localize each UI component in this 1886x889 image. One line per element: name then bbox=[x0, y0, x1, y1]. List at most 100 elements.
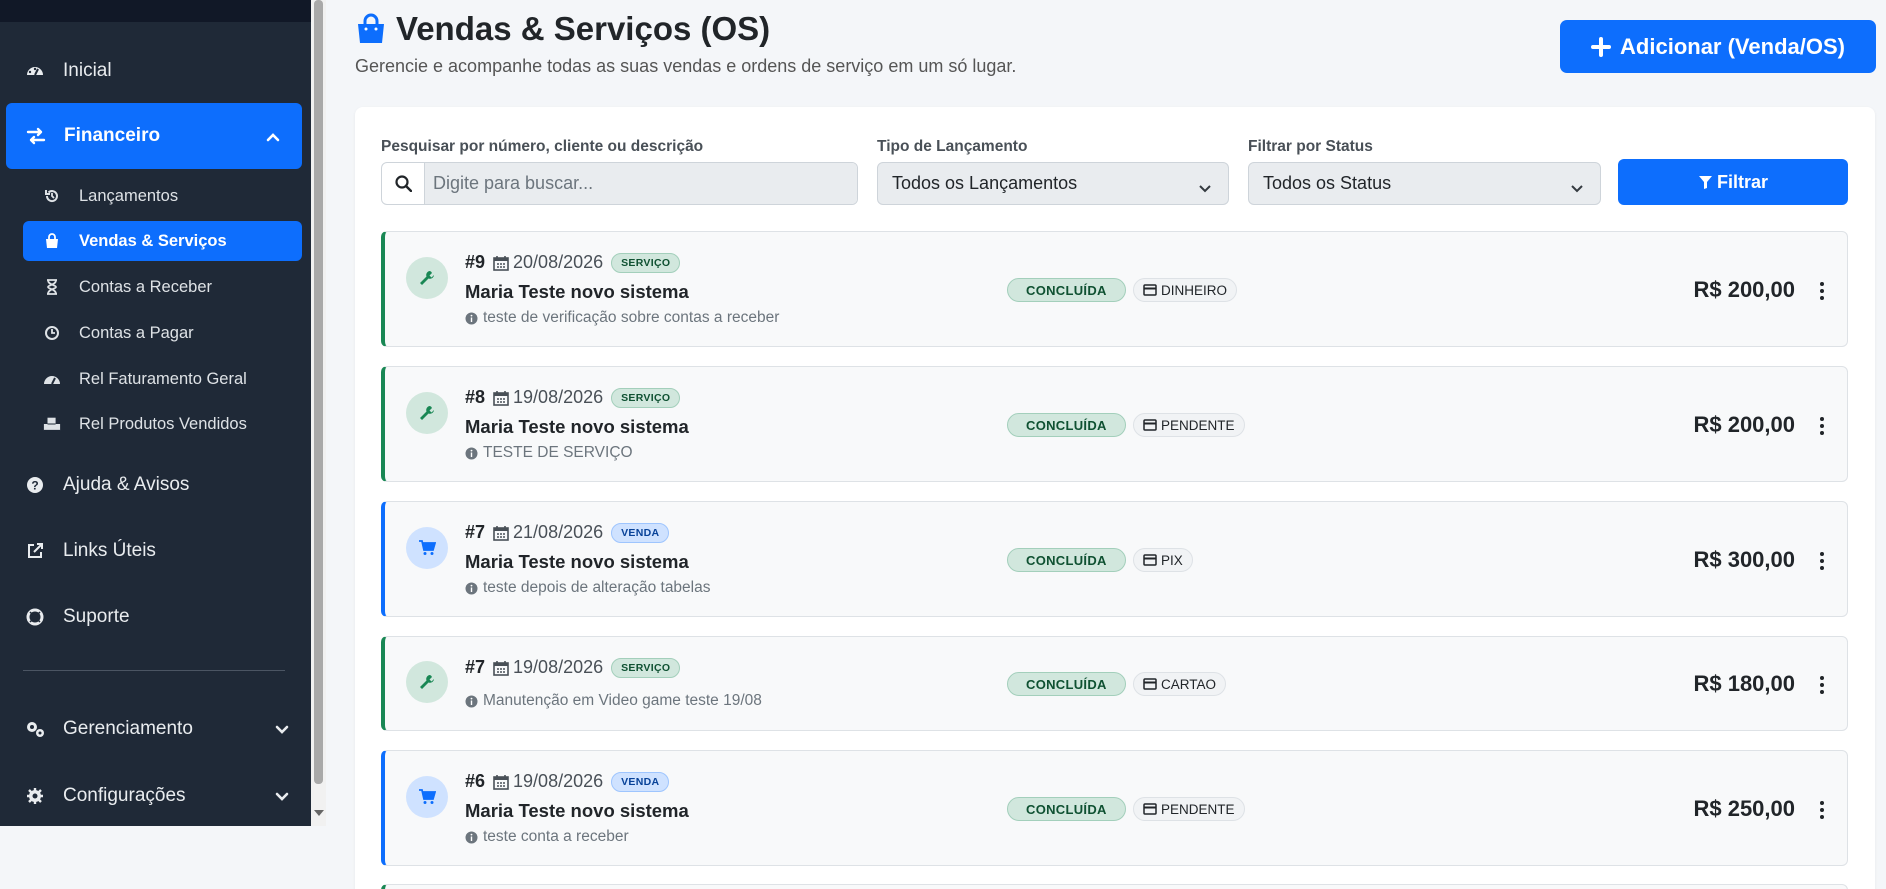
payment-badge: PENDENTE bbox=[1133, 797, 1245, 821]
cart-icon bbox=[406, 776, 448, 818]
record-amount: R$ 180,00 bbox=[1693, 671, 1795, 696]
credit-card-icon bbox=[1143, 419, 1157, 431]
record-description: teste depois de alteração tabelas bbox=[465, 579, 711, 597]
type-filter-select[interactable]: Todos os Lançamentos bbox=[877, 162, 1229, 205]
type-badge: SERVIÇO bbox=[611, 657, 681, 678]
record-date: 19/08/2026 bbox=[493, 771, 603, 792]
record-row[interactable]: #8 19/08/2026 SERVIÇO Maria Teste novo s… bbox=[381, 366, 1848, 482]
payment-method: PIX bbox=[1161, 552, 1183, 568]
filter-button[interactable]: Filtrar bbox=[1618, 159, 1848, 205]
status-badge: CONCLUÍDA bbox=[1007, 797, 1126, 821]
sidebar-item-links[interactable]: Links Úteis bbox=[0, 518, 311, 584]
type-badge: VENDA bbox=[611, 522, 670, 543]
payment-method: PENDENTE bbox=[1161, 801, 1235, 817]
credit-card-icon bbox=[1143, 554, 1157, 566]
more-options-icon[interactable] bbox=[1819, 676, 1825, 694]
more-options-icon[interactable] bbox=[1819, 417, 1825, 435]
more-options-icon[interactable] bbox=[1819, 282, 1825, 300]
sidebar-subitem-contas-pagar[interactable]: Contas a Pagar bbox=[23, 313, 302, 353]
search-icon bbox=[382, 163, 424, 204]
sidebar-subitem-rel-faturamento[interactable]: Rel Faturamento Geral bbox=[23, 359, 302, 399]
type-badge: SERVIÇO bbox=[611, 252, 681, 273]
add-sale-os-button[interactable]: Adicionar (Venda/OS) bbox=[1560, 20, 1876, 73]
sidebar-item-label: Inicial bbox=[63, 60, 112, 81]
type-badge: VENDA bbox=[611, 771, 670, 792]
record-headline: #7 21/08/2026 VENDA bbox=[465, 522, 670, 543]
record-headline: #6 19/08/2026 VENDA bbox=[465, 771, 670, 792]
sidebar-item-configuracoes[interactable]: Configurações bbox=[0, 763, 311, 829]
payment-method: PENDENTE bbox=[1161, 417, 1235, 433]
exchange-icon bbox=[25, 125, 47, 147]
info-icon bbox=[465, 312, 478, 324]
lifebuoy-icon bbox=[24, 606, 46, 628]
sidebar-subitem-contas-receber[interactable]: Contas a Receber bbox=[23, 267, 302, 307]
credit-card-icon bbox=[1143, 284, 1157, 296]
sidebar-subitem-vendas-servicos[interactable]: Vendas & Serviços bbox=[23, 221, 302, 261]
more-options-icon[interactable] bbox=[1819, 801, 1825, 819]
calendar-icon bbox=[493, 660, 509, 676]
sidebar-item-inicial[interactable]: Inicial bbox=[0, 38, 311, 104]
scrollbar-thumb[interactable] bbox=[314, 0, 323, 784]
cart-icon bbox=[406, 527, 448, 569]
record-amount: R$ 250,00 bbox=[1693, 796, 1795, 821]
record-row[interactable]: #7 19/08/2026 SERVIÇO Manutenção em Vide… bbox=[381, 636, 1848, 731]
gears-icon bbox=[24, 718, 46, 740]
status-badge: CONCLUÍDA bbox=[1007, 548, 1126, 572]
client-name: Maria Teste novo sistema bbox=[465, 416, 689, 437]
search-field bbox=[381, 162, 858, 205]
sidebar-top-band bbox=[0, 0, 311, 22]
filter-icon bbox=[1698, 175, 1712, 189]
calendar-icon bbox=[493, 390, 509, 406]
record-description-text: TESTE DE SERVIÇO bbox=[483, 444, 633, 461]
wrench-icon bbox=[406, 257, 448, 299]
page-title: Vendas & Serviços (OS) bbox=[355, 10, 770, 48]
sidebar-subitem-label: Vendas & Serviços bbox=[79, 231, 227, 250]
client-name: Maria Teste novo sistema bbox=[465, 800, 689, 821]
calendar-icon bbox=[493, 525, 509, 541]
sidebar-item-suporte[interactable]: Suporte bbox=[0, 584, 311, 650]
plus-icon bbox=[1591, 36, 1612, 57]
page-subtitle: Gerencie e acompanhe todas as suas venda… bbox=[355, 56, 1017, 76]
sidebar-item-label: Financeiro bbox=[64, 125, 161, 146]
chevron-down-icon bbox=[1570, 178, 1584, 199]
more-options-icon[interactable] bbox=[1819, 552, 1825, 570]
status-badge: CONCLUÍDA bbox=[1007, 672, 1126, 696]
payment-method: DINHEIRO bbox=[1161, 282, 1228, 298]
record-date: 19/08/2026 bbox=[493, 657, 603, 678]
sidebar-subitem-lancamentos[interactable]: Lançamentos bbox=[23, 176, 302, 216]
sidebar-item-ajuda[interactable]: ? Ajuda & Avisos bbox=[0, 452, 311, 518]
calendar-icon bbox=[493, 774, 509, 790]
status-filter-select[interactable]: Todos os Status bbox=[1248, 162, 1601, 205]
record-row[interactable]: #6 19/08/2026 VENDA Maria Teste novo sis… bbox=[381, 750, 1848, 866]
record-description-text: teste depois de alteração tabelas bbox=[483, 579, 711, 596]
client-name: Maria Teste novo sistema bbox=[465, 281, 689, 302]
sidebar-subitem-label: Rel Faturamento Geral bbox=[79, 369, 247, 388]
sidebar-item-label: Links Úteis bbox=[63, 540, 156, 561]
record-row[interactable]: #7 21/08/2026 VENDA Maria Teste novo sis… bbox=[381, 501, 1848, 617]
record-date-text: 21/08/2026 bbox=[513, 522, 604, 542]
search-input[interactable] bbox=[424, 163, 857, 204]
external-link-icon bbox=[24, 540, 46, 562]
gauge-icon bbox=[43, 370, 61, 388]
payment-badge: DINHEIRO bbox=[1133, 278, 1238, 302]
sidebar-scrollbar[interactable] bbox=[311, 0, 326, 826]
sidebar-subitem-rel-produtos[interactable]: Rel Produtos Vendidos bbox=[23, 404, 302, 444]
credit-card-icon bbox=[1143, 678, 1157, 690]
wrench-icon bbox=[406, 392, 448, 434]
record-number: #9 bbox=[465, 252, 486, 272]
wrench-icon bbox=[406, 661, 448, 703]
status-badge: CONCLUÍDA bbox=[1007, 413, 1126, 437]
sidebar-item-gerenciamento[interactable]: Gerenciamento bbox=[0, 696, 311, 762]
info-icon bbox=[465, 447, 478, 459]
payment-badge: PIX bbox=[1133, 548, 1193, 572]
client-name: Maria Teste novo sistema bbox=[465, 551, 689, 572]
record-row[interactable] bbox=[381, 884, 1848, 889]
record-description-text: teste de verificação sobre contas a rece… bbox=[483, 309, 780, 326]
payment-badge: PENDENTE bbox=[1133, 413, 1245, 437]
record-description: teste de verificação sobre contas a rece… bbox=[465, 309, 779, 327]
scroll-down-arrow[interactable] bbox=[314, 810, 324, 816]
record-row[interactable]: #9 20/08/2026 SERVIÇO Maria Teste novo s… bbox=[381, 231, 1848, 347]
info-icon bbox=[465, 831, 478, 843]
record-description: Manutenção em Video game teste 19/08 bbox=[465, 692, 762, 710]
sidebar-item-financeiro[interactable]: Financeiro bbox=[6, 103, 302, 169]
